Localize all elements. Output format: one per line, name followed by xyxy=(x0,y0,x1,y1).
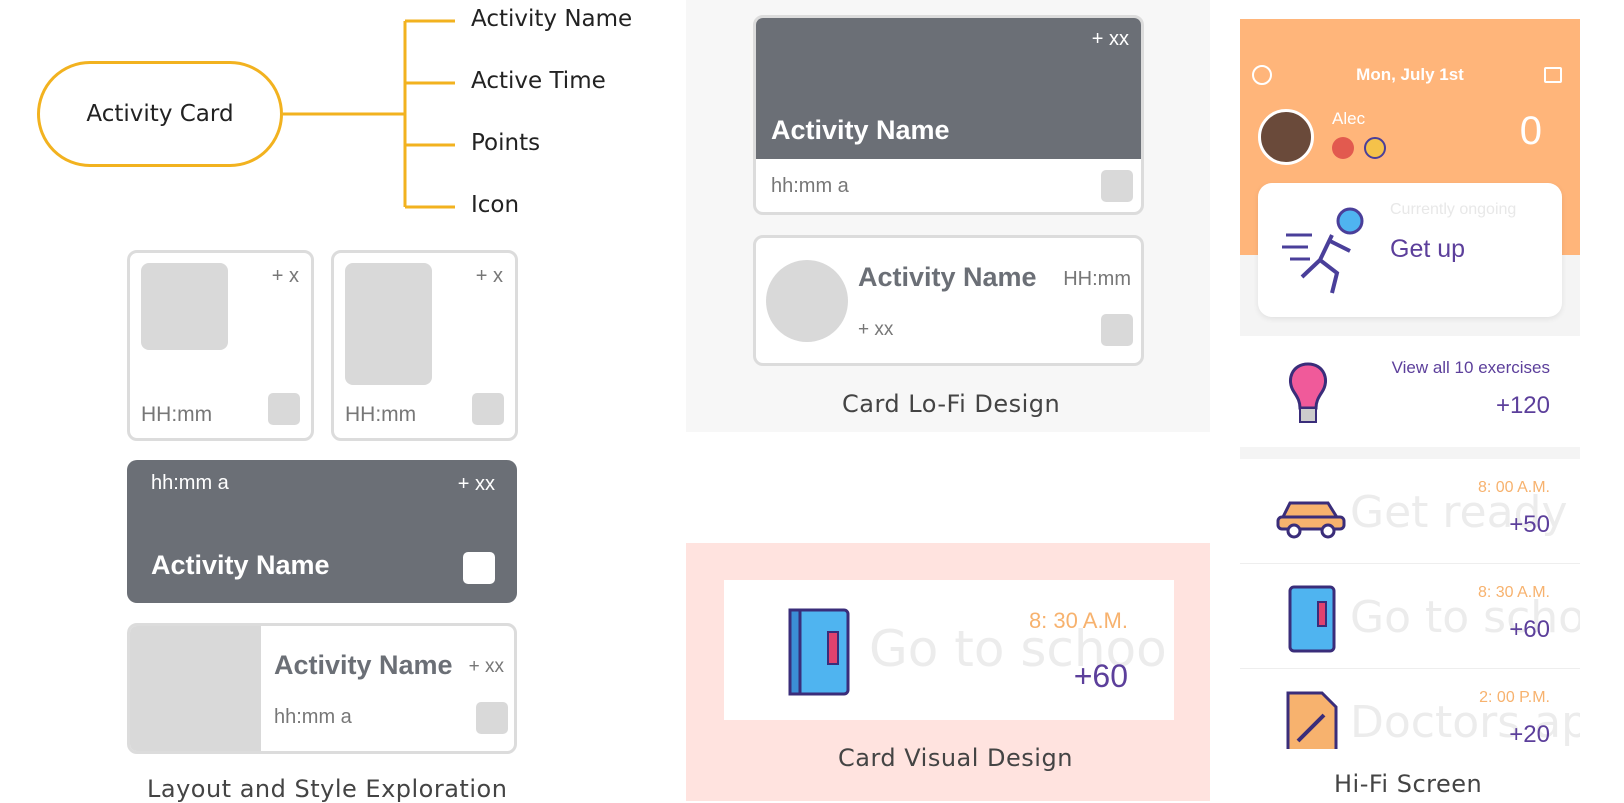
points-label: + xx xyxy=(1091,28,1129,50)
wireframe-card-split: Activity Name + xx hh:mm a xyxy=(127,623,517,754)
ongoing-card[interactable]: Currently ongoing Get up xyxy=(1258,183,1562,317)
branch-icon: Icon xyxy=(471,192,520,218)
mindmap-connectors xyxy=(283,19,455,209)
time-label: 8: 30 A.M. xyxy=(1028,608,1128,633)
time-label: 8: 30 A.M. xyxy=(1477,584,1550,601)
points-label: +60 xyxy=(1073,658,1128,694)
lofi-card-circle: Activity Name HH:mm + xx xyxy=(753,235,1144,366)
activity-item[interactable]: Go to school 8: 30 A.M. +60 xyxy=(1240,564,1580,669)
exercises-points: +120 xyxy=(1495,392,1550,419)
view-exercises-link[interactable]: View all 10 exercises xyxy=(1392,358,1550,378)
points-label: +50 xyxy=(1509,511,1550,538)
points-label: + xx xyxy=(858,319,894,340)
time-label: 2: 00 P.M. xyxy=(1479,689,1550,706)
points-label: +20 xyxy=(1509,721,1550,748)
running-icon xyxy=(1282,207,1364,294)
checkbox[interactable] xyxy=(1101,170,1133,202)
time-label: 8: 00 A.M. xyxy=(1477,479,1550,496)
book-icon xyxy=(1288,585,1336,653)
avatar[interactable] xyxy=(1258,109,1314,165)
time-label: HH:mm xyxy=(141,403,213,426)
time-label: hh:mm a xyxy=(151,472,229,494)
points-label: +60 xyxy=(1509,616,1550,643)
checkbox[interactable] xyxy=(476,702,508,734)
wireframe-card-square: + x HH:mm xyxy=(127,250,314,441)
image-placeholder xyxy=(130,626,261,751)
points-label: + xx xyxy=(468,656,504,677)
book-icon xyxy=(788,608,850,696)
visual-card: Go to school 8: 30 A.M. +60 xyxy=(724,580,1174,720)
checkbox[interactable] xyxy=(268,393,300,425)
time-label: HH:mm xyxy=(345,403,417,426)
wireframe-card-tall: + x HH:mm xyxy=(331,250,518,441)
checkbox[interactable] xyxy=(463,552,495,584)
activity-item[interactable]: Get ready 8: 00 A.M. +50 xyxy=(1240,459,1580,564)
image-placeholder xyxy=(345,263,432,385)
exercises-card[interactable]: View all 10 exercises +120 xyxy=(1240,336,1580,447)
activity-name: Activity Name xyxy=(771,115,950,145)
branch-activity-name: Activity Name xyxy=(471,6,633,32)
branch-active-time: Active Time xyxy=(471,68,606,94)
points-label: + xx xyxy=(457,473,495,495)
time-label: hh:mm a xyxy=(771,175,849,197)
date-label: Mon, July 1st xyxy=(1356,65,1464,84)
activity-name: Activity Name xyxy=(151,550,330,580)
hifi-screen: Mon, July 1st Alec 0 Currently ongoing G… xyxy=(1240,19,1580,749)
activity-name: Activity Name xyxy=(858,262,1037,292)
checkbox[interactable] xyxy=(1101,314,1133,346)
activity-name: Activity Name xyxy=(274,650,453,680)
exploration-caption: Layout and Style Exploration xyxy=(147,775,508,803)
score: 0 xyxy=(1519,109,1542,153)
branch-points: Points xyxy=(471,130,541,156)
user-name: Alec xyxy=(1332,109,1366,128)
points-label: + x xyxy=(271,265,299,287)
wireframe-card-dark: hh:mm a + xx Activity Name xyxy=(127,460,517,603)
document-icon xyxy=(1286,691,1338,749)
car-icon xyxy=(1276,501,1346,539)
hifi-caption: Hi-Fi Screen xyxy=(1334,770,1483,798)
activity-item[interactable]: Doctors appointment 2: 00 P.M. +20 xyxy=(1240,669,1580,749)
time-label: HH:mm xyxy=(1063,268,1131,290)
calendar-icon[interactable] xyxy=(1544,67,1562,83)
lofi-card-dark: + xx Activity Name hh:mm a xyxy=(753,15,1144,215)
medal-icon xyxy=(1364,137,1386,159)
image-placeholder xyxy=(141,263,228,350)
image-placeholder xyxy=(766,260,848,342)
lofi-caption: Card Lo-Fi Design xyxy=(842,390,1061,418)
visual-caption: Card Visual Design xyxy=(838,744,1073,772)
ongoing-name: Get up xyxy=(1390,235,1466,263)
time-label: hh:mm a xyxy=(274,706,352,728)
points-label: + x xyxy=(475,265,503,287)
ongoing-label: Currently ongoing xyxy=(1390,201,1517,218)
checkbox[interactable] xyxy=(472,393,504,425)
lightbulb-icon xyxy=(1289,362,1327,423)
badge-icon xyxy=(1332,137,1354,159)
